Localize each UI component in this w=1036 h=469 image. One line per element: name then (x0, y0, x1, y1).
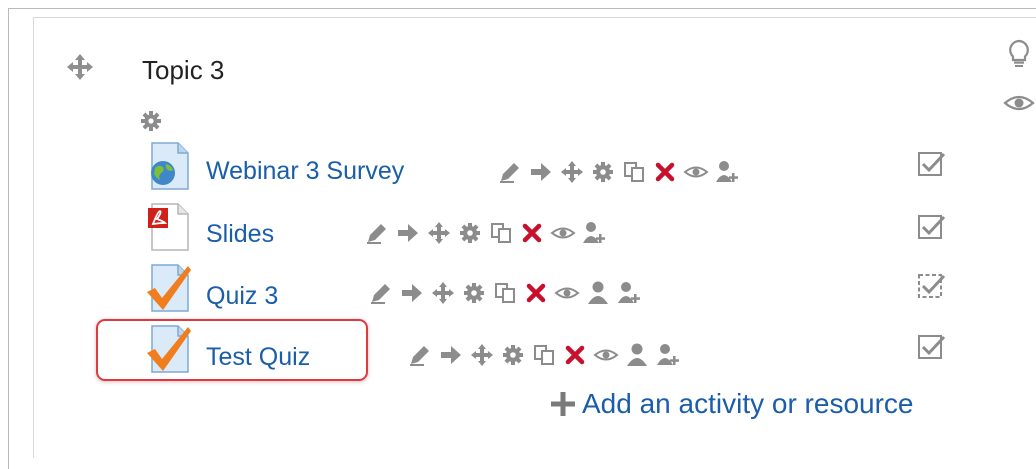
activity-webinar-3-survey: Webinar 3 Survey (0, 142, 1036, 192)
arrow-right-icon[interactable] (528, 159, 554, 185)
add-activity-label: Add an activity or resource (582, 388, 914, 419)
checkbox-icon[interactable] (916, 333, 946, 363)
assign-roles-icon[interactable] (581, 220, 607, 246)
delete-x-icon[interactable] (523, 280, 549, 306)
gear-icon[interactable] (461, 280, 487, 306)
delete-x-icon[interactable] (562, 342, 588, 368)
person-icon[interactable] (624, 342, 650, 368)
gear-icon[interactable] (590, 159, 616, 185)
eye-icon[interactable] (550, 220, 576, 246)
assign-roles-icon[interactable] (714, 159, 740, 185)
pencil-icon[interactable] (407, 342, 433, 368)
gear-icon[interactable] (500, 342, 526, 368)
move-cross-icon[interactable] (559, 159, 585, 185)
activity-tools (364, 219, 607, 247)
arrow-right-icon[interactable] (438, 342, 464, 368)
checkbox-icon[interactable] (916, 213, 946, 243)
activity-link[interactable]: Webinar 3 Survey (206, 156, 404, 186)
eye-icon[interactable] (593, 342, 619, 368)
pencil-icon[interactable] (364, 220, 390, 246)
arrow-right-icon[interactable] (399, 280, 425, 306)
plus-icon (551, 392, 575, 416)
activity-tools (407, 341, 681, 369)
checkbox-icon[interactable] (916, 272, 946, 302)
lightbulb-icon[interactable] (1002, 38, 1036, 68)
arrow-right-icon[interactable] (395, 220, 421, 246)
section-gear-icon[interactable] (140, 110, 162, 132)
duplicate-icon[interactable] (488, 220, 514, 246)
activity-link[interactable]: Quiz 3 (206, 281, 278, 311)
highlight-annotation (96, 319, 368, 381)
activity-slides: Slides (0, 203, 1036, 253)
eye-icon[interactable] (554, 280, 580, 306)
move-cross-icon[interactable] (430, 280, 456, 306)
pdf-file-icon (148, 203, 189, 251)
section-title: Topic 3 (142, 55, 225, 85)
person-icon[interactable] (585, 280, 611, 306)
delete-x-icon[interactable] (652, 159, 678, 185)
add-activity-link[interactable]: Add an activity or resource (548, 386, 914, 422)
gear-icon[interactable] (457, 220, 483, 246)
delete-x-icon[interactable] (519, 220, 545, 246)
pencil-icon[interactable] (368, 280, 394, 306)
assign-roles-icon[interactable] (616, 280, 642, 306)
quiz-checkmark-icon (147, 264, 191, 312)
duplicate-icon[interactable] (492, 280, 518, 306)
pencil-icon[interactable] (497, 159, 523, 185)
section-move-icon[interactable] (64, 53, 96, 81)
activity-quiz-3: Quiz 3 (0, 264, 1036, 314)
activity-link[interactable]: Slides (206, 219, 274, 249)
duplicate-icon[interactable] (531, 342, 557, 368)
survey-globe-icon (151, 142, 189, 190)
move-cross-icon[interactable] (469, 342, 495, 368)
eye-icon[interactable] (683, 159, 709, 185)
assign-roles-icon[interactable] (655, 342, 681, 368)
duplicate-icon[interactable] (621, 159, 647, 185)
eye-icon[interactable] (1002, 88, 1036, 118)
move-cross-icon[interactable] (426, 220, 452, 246)
checkbox-icon[interactable] (916, 150, 946, 180)
activity-tools (368, 279, 642, 307)
activity-tools (497, 158, 740, 186)
